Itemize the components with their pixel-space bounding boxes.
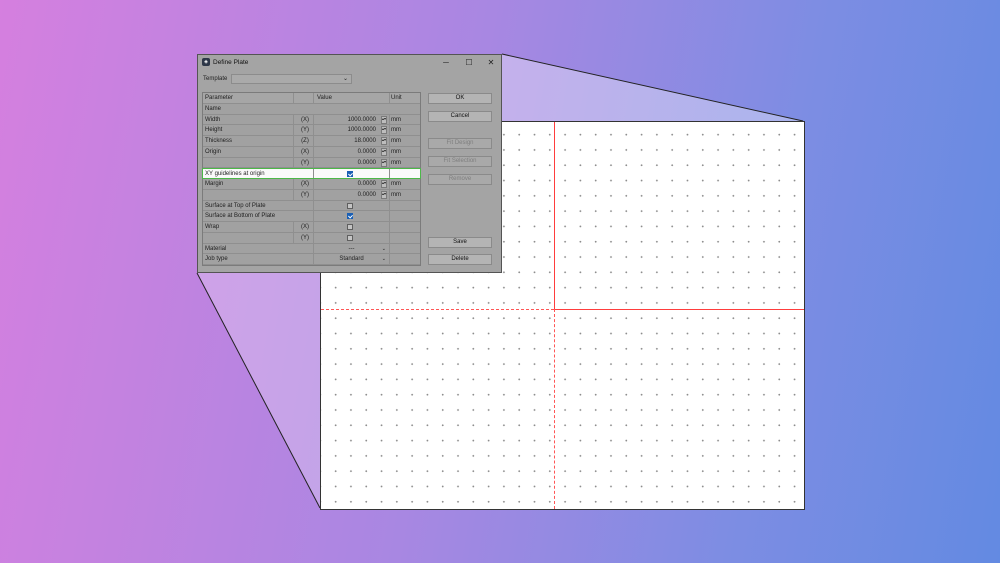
axis-label: (Y) xyxy=(301,159,309,166)
row-label: Surface at Bottom of Plate xyxy=(205,213,276,220)
unit-label: mm xyxy=(391,148,401,155)
xy-guidelines-checkbox[interactable] xyxy=(347,171,353,178)
remove-button[interactable]: Remove xyxy=(428,174,492,185)
row-margin-x[interactable]: Margin (X) 0.0000 ▴▾ mm xyxy=(203,179,420,190)
row-surface-bottom[interactable]: Surface at Bottom of Plate xyxy=(203,211,420,222)
row-label: Job type xyxy=(205,256,228,263)
row-label: Material xyxy=(205,245,227,252)
header-parameter: Parameter xyxy=(205,95,234,101)
unit-label: mm xyxy=(391,116,401,123)
row-wrap-y[interactable]: (Y) xyxy=(203,232,420,244)
save-button[interactable]: Save xyxy=(428,237,492,248)
row-label: XY guidelines at origin xyxy=(205,171,265,178)
axis-label: (Z) xyxy=(301,138,309,144)
row-label xyxy=(205,233,291,243)
origin-y-input[interactable]: 0.0000 ▴▾ xyxy=(315,158,388,168)
y-guideline xyxy=(554,122,555,309)
parameter-grid: Parameter Value Unit Name Width (X) 1000… xyxy=(202,92,421,266)
cancel-button[interactable]: Cancel xyxy=(428,111,492,122)
row-height[interactable]: Height (Y) 1000.0000 ▴▾ mm xyxy=(203,125,420,136)
axis-label: (X) xyxy=(301,224,309,230)
row-label: Origin xyxy=(205,148,222,155)
axis-label: (X) xyxy=(301,181,309,187)
grid-header: Parameter Value Unit xyxy=(203,93,420,104)
height-input[interactable]: 1000.0000 ▴▾ xyxy=(315,125,388,135)
ok-button[interactable]: OK xyxy=(428,93,492,104)
fit-design-button[interactable]: Fit Design xyxy=(428,138,492,149)
spinner-icon[interactable]: ▴▾ xyxy=(381,180,387,188)
row-thickness[interactable]: Thickness (Z) 18.0000 ▴▾ mm xyxy=(203,136,420,147)
surface-bottom-checkbox[interactable] xyxy=(347,213,353,220)
y-guideline-dashed xyxy=(554,309,555,509)
row-name[interactable]: Name xyxy=(203,104,420,115)
row-label xyxy=(205,190,291,200)
minimize-button[interactable]: ─ xyxy=(435,56,457,69)
row-label: Thickness xyxy=(205,138,233,144)
unit-label: mm xyxy=(391,191,401,198)
thickness-input[interactable]: 18.0000 ▴▾ xyxy=(315,136,388,146)
axis-label: (Y) xyxy=(301,127,309,134)
row-label: Name xyxy=(205,105,222,112)
job-type-select[interactable]: Standard ⌄ xyxy=(315,254,388,264)
header-unit: Unit xyxy=(391,95,402,101)
fit-selection-button[interactable]: Fit Selection xyxy=(428,156,492,167)
margin-y-input[interactable]: 0.0000 ▴▾ xyxy=(315,190,388,200)
width-input[interactable]: 1000.0000 ▴▾ xyxy=(315,115,388,125)
wrap-y-checkbox[interactable] xyxy=(347,234,353,241)
close-button[interactable]: ✕ xyxy=(480,56,502,69)
row-margin-y[interactable]: (Y) 0.0000 ▴▾ mm xyxy=(203,189,420,201)
surface-top-checkbox[interactable] xyxy=(347,202,353,209)
x-guideline xyxy=(554,309,804,310)
x-guideline-dashed xyxy=(321,309,554,310)
row-label: Margin xyxy=(205,181,224,187)
wrap-x-checkbox[interactable] xyxy=(347,224,353,230)
axis-label: (X) xyxy=(301,148,309,155)
spinner-icon[interactable]: ▴▾ xyxy=(381,158,387,167)
axis-label: (X) xyxy=(301,116,309,123)
margin-x-input[interactable]: 0.0000 ▴▾ xyxy=(315,179,388,189)
row-label: Wrap xyxy=(205,224,220,230)
header-value: Value xyxy=(317,95,332,101)
row-origin-y[interactable]: (Y) 0.0000 ▴▾ mm xyxy=(203,157,420,169)
chevron-down-icon: ⌄ xyxy=(342,76,348,82)
row-label: Surface at Top of Plate xyxy=(205,202,266,209)
spinner-icon[interactable]: ▴▾ xyxy=(381,115,387,124)
axis-label: (Y) xyxy=(301,191,309,198)
row-width[interactable]: Width (X) 1000.0000 ▴▾ mm xyxy=(203,114,420,126)
template-label: Template xyxy=(203,76,228,82)
spinner-icon[interactable]: ▴▾ xyxy=(381,190,387,199)
app-logo-icon: ◈ xyxy=(202,58,210,66)
chevron-down-icon: ⌄ xyxy=(381,245,386,252)
unit-label: mm xyxy=(391,159,401,166)
row-surface-top[interactable]: Surface at Top of Plate xyxy=(203,200,420,212)
delete-button[interactable]: Delete xyxy=(428,254,492,265)
spinner-icon[interactable]: ▴▾ xyxy=(381,126,387,135)
dialog-title: Define Plate xyxy=(213,59,249,66)
row-material[interactable]: Material --- ⌄ xyxy=(203,243,420,255)
origin-x-input[interactable]: 0.0000 ▴▾ xyxy=(315,147,388,157)
spinner-icon[interactable]: ▴▾ xyxy=(381,147,387,156)
row-wrap-x[interactable]: Wrap (X) xyxy=(203,222,420,233)
unit-label: mm xyxy=(391,127,401,134)
unit-label: mm xyxy=(391,138,401,144)
row-label: Width xyxy=(205,116,221,123)
title-bar[interactable]: ◈ Define Plate ─ ☐ ✕ xyxy=(198,55,501,71)
unit-label: mm xyxy=(391,181,401,187)
axis-label: (Y) xyxy=(301,234,309,241)
template-select[interactable]: ⌄ xyxy=(231,74,352,84)
maximize-button[interactable]: ☐ xyxy=(458,56,480,69)
chevron-down-icon: ⌄ xyxy=(381,256,386,263)
spinner-icon[interactable]: ▴▾ xyxy=(381,137,387,145)
row-job-type[interactable]: Job type Standard ⌄ xyxy=(203,254,420,265)
row-label: Height xyxy=(205,127,223,134)
material-select[interactable]: --- ⌄ xyxy=(315,244,388,254)
row-xy-guidelines[interactable]: XY guidelines at origin xyxy=(202,168,421,179)
row-label xyxy=(205,158,291,168)
row-origin-x[interactable]: Origin (X) 0.0000 ▴▾ mm xyxy=(203,146,420,158)
